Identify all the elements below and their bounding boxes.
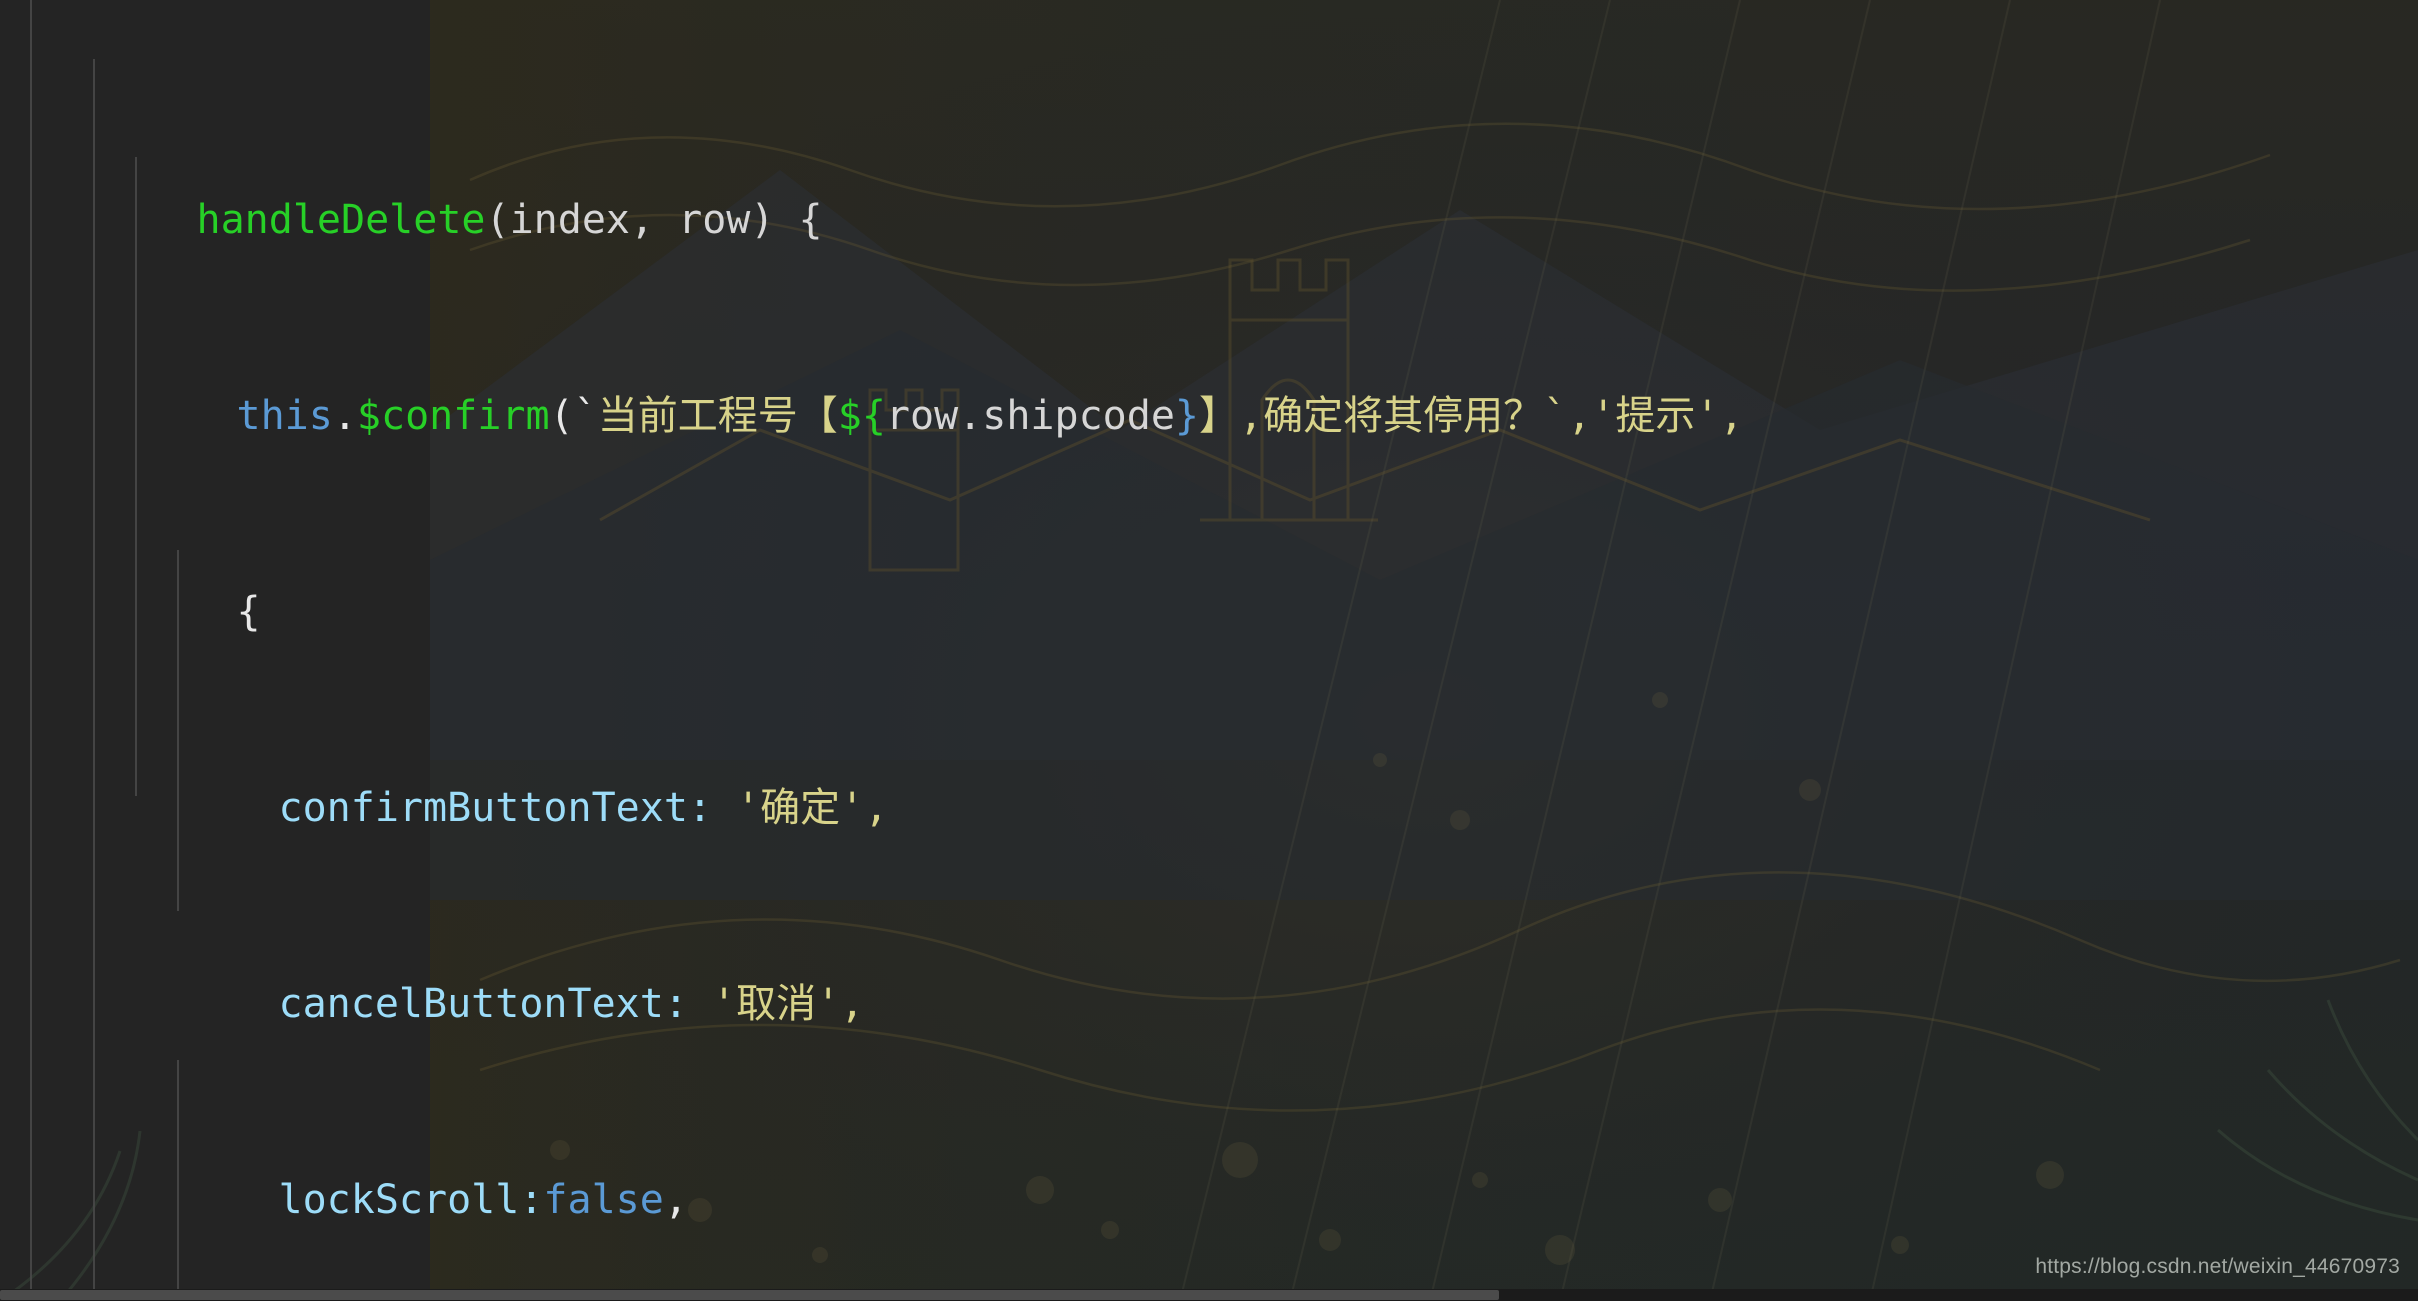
scrollbar-thumb[interactable] xyxy=(0,1290,1500,1300)
token-string: '取消' xyxy=(711,981,841,1027)
code-content[interactable]: handleDelete(index, row) { this.$confirm… xyxy=(0,0,2418,1301)
code-line[interactable]: { xyxy=(0,539,2418,635)
token-boolean: false xyxy=(543,1177,664,1223)
horizontal-scrollbar[interactable] xyxy=(0,1289,2418,1301)
token-backtick: ` xyxy=(1543,393,1568,439)
token-this: this xyxy=(236,393,333,439)
token-plain: (index, row) { xyxy=(485,197,823,243)
token-property: confirmButtonText xyxy=(278,785,688,831)
token-dot: . xyxy=(332,393,357,439)
token-colon: : xyxy=(687,785,737,831)
watermark-url: https://blog.csdn.net/weixin_44670973 xyxy=(2035,1255,2400,1278)
code-line[interactable]: confirmButtonText: '确定', xyxy=(0,735,2418,831)
code-editor[interactable]: handleDelete(index, row) { this.$confirm… xyxy=(0,0,2418,1301)
token-property: cancelButtonText xyxy=(278,981,664,1027)
token-comma: , xyxy=(840,981,865,1027)
token-comma: , xyxy=(1567,393,1592,439)
code-line[interactable]: this.$confirm(`当前工程号【${row.shipcode}】,确定… xyxy=(0,343,2418,439)
token-colon: : xyxy=(663,981,712,1027)
token-brace: { xyxy=(236,589,261,635)
token-string: '提示' xyxy=(1591,393,1720,439)
code-line[interactable]: cancelButtonText: '取消', xyxy=(0,931,2418,1027)
code-line[interactable]: handleDelete(index, row) { xyxy=(0,147,2418,243)
token-colon: : xyxy=(519,1177,544,1223)
token-function: handleDelete xyxy=(196,197,486,243)
token-string: '确定' xyxy=(736,785,865,831)
code-line[interactable]: lockScroll:false, xyxy=(0,1127,2418,1223)
token-open-template: (` xyxy=(549,393,598,439)
token-comma: , xyxy=(1719,393,1744,439)
token-string-cn: 当前工程号【 xyxy=(597,393,838,439)
token-comma: , xyxy=(864,785,889,831)
token-template-close: } xyxy=(1174,393,1199,439)
token-property: lockScroll xyxy=(278,1177,520,1223)
token-template-open: ${ xyxy=(837,393,886,439)
token-template-expr: row.shipcode xyxy=(885,393,1175,439)
token-comma: , xyxy=(663,1177,688,1223)
token-string-cn: 】,确定将其停用？ xyxy=(1199,393,1544,439)
token-function: $confirm xyxy=(356,393,550,439)
